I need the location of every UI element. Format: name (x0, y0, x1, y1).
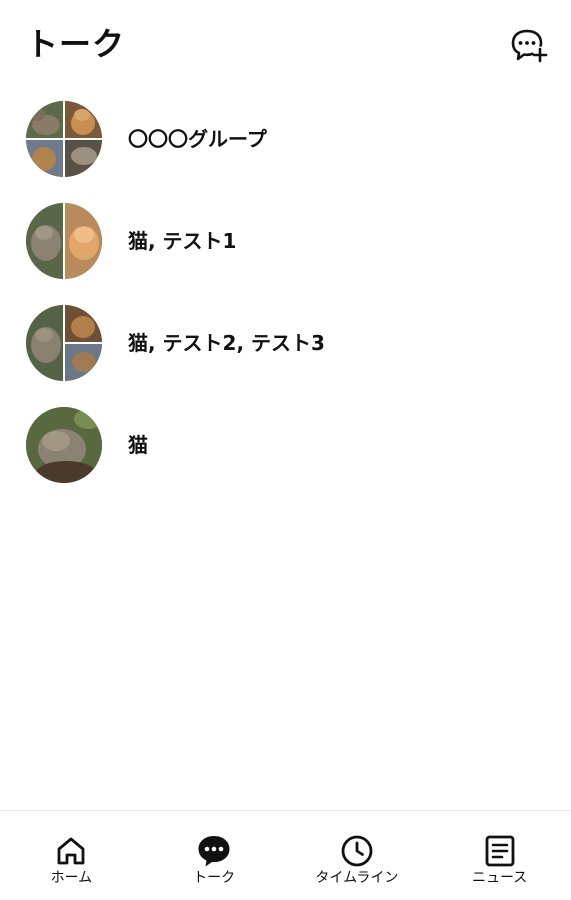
chat-name: 猫 (128, 433, 148, 457)
tab-news[interactable]: ニュース (428, 811, 571, 900)
three-cat-photo-collage (26, 305, 102, 381)
tab-home[interactable]: ホーム (0, 811, 143, 900)
chat-name: 猫, テスト2, テスト3 (128, 331, 325, 355)
tab-timeline[interactable]: タイムライン (286, 811, 429, 900)
chat-name: 猫, テスト1 (128, 229, 237, 253)
single-cat-photo (26, 407, 102, 483)
talk-screen: トーク 〇〇〇グループ 猫, テスト1 猫, テスト2, テスト3 猫 ホーム … (0, 0, 571, 900)
clock-icon (341, 835, 373, 867)
tab-label: タイムライン (315, 870, 399, 886)
chat-list-item[interactable]: 猫, テスト2, テスト3 (0, 304, 571, 406)
chat-list-item[interactable]: 〇〇〇グループ (0, 100, 571, 202)
chat-list: 〇〇〇グループ 猫, テスト1 猫, テスト2, テスト3 猫 (0, 100, 571, 508)
page-title: トーク (26, 25, 126, 63)
four-cat-photo-collage (26, 101, 102, 177)
chat-name: 〇〇〇グループ (128, 127, 267, 151)
chat-plus-icon (511, 29, 548, 63)
chat-list-item[interactable]: 猫, テスト1 (0, 202, 571, 304)
chat-bubble-icon (198, 836, 230, 867)
header: トーク (0, 0, 571, 90)
tab-talk[interactable]: トーク (143, 811, 286, 900)
bottom-tab-bar: ホーム トーク タイムライン ニュース (0, 810, 571, 900)
chat-list-item[interactable]: 猫 (0, 406, 571, 508)
tab-label: トーク (193, 870, 236, 886)
tab-label: ニュース (471, 870, 528, 886)
two-cat-photo-split (26, 203, 102, 279)
home-icon (57, 837, 85, 865)
new-chat-button[interactable] (509, 26, 549, 66)
news-icon (485, 835, 515, 867)
tab-label: ホーム (50, 870, 93, 886)
